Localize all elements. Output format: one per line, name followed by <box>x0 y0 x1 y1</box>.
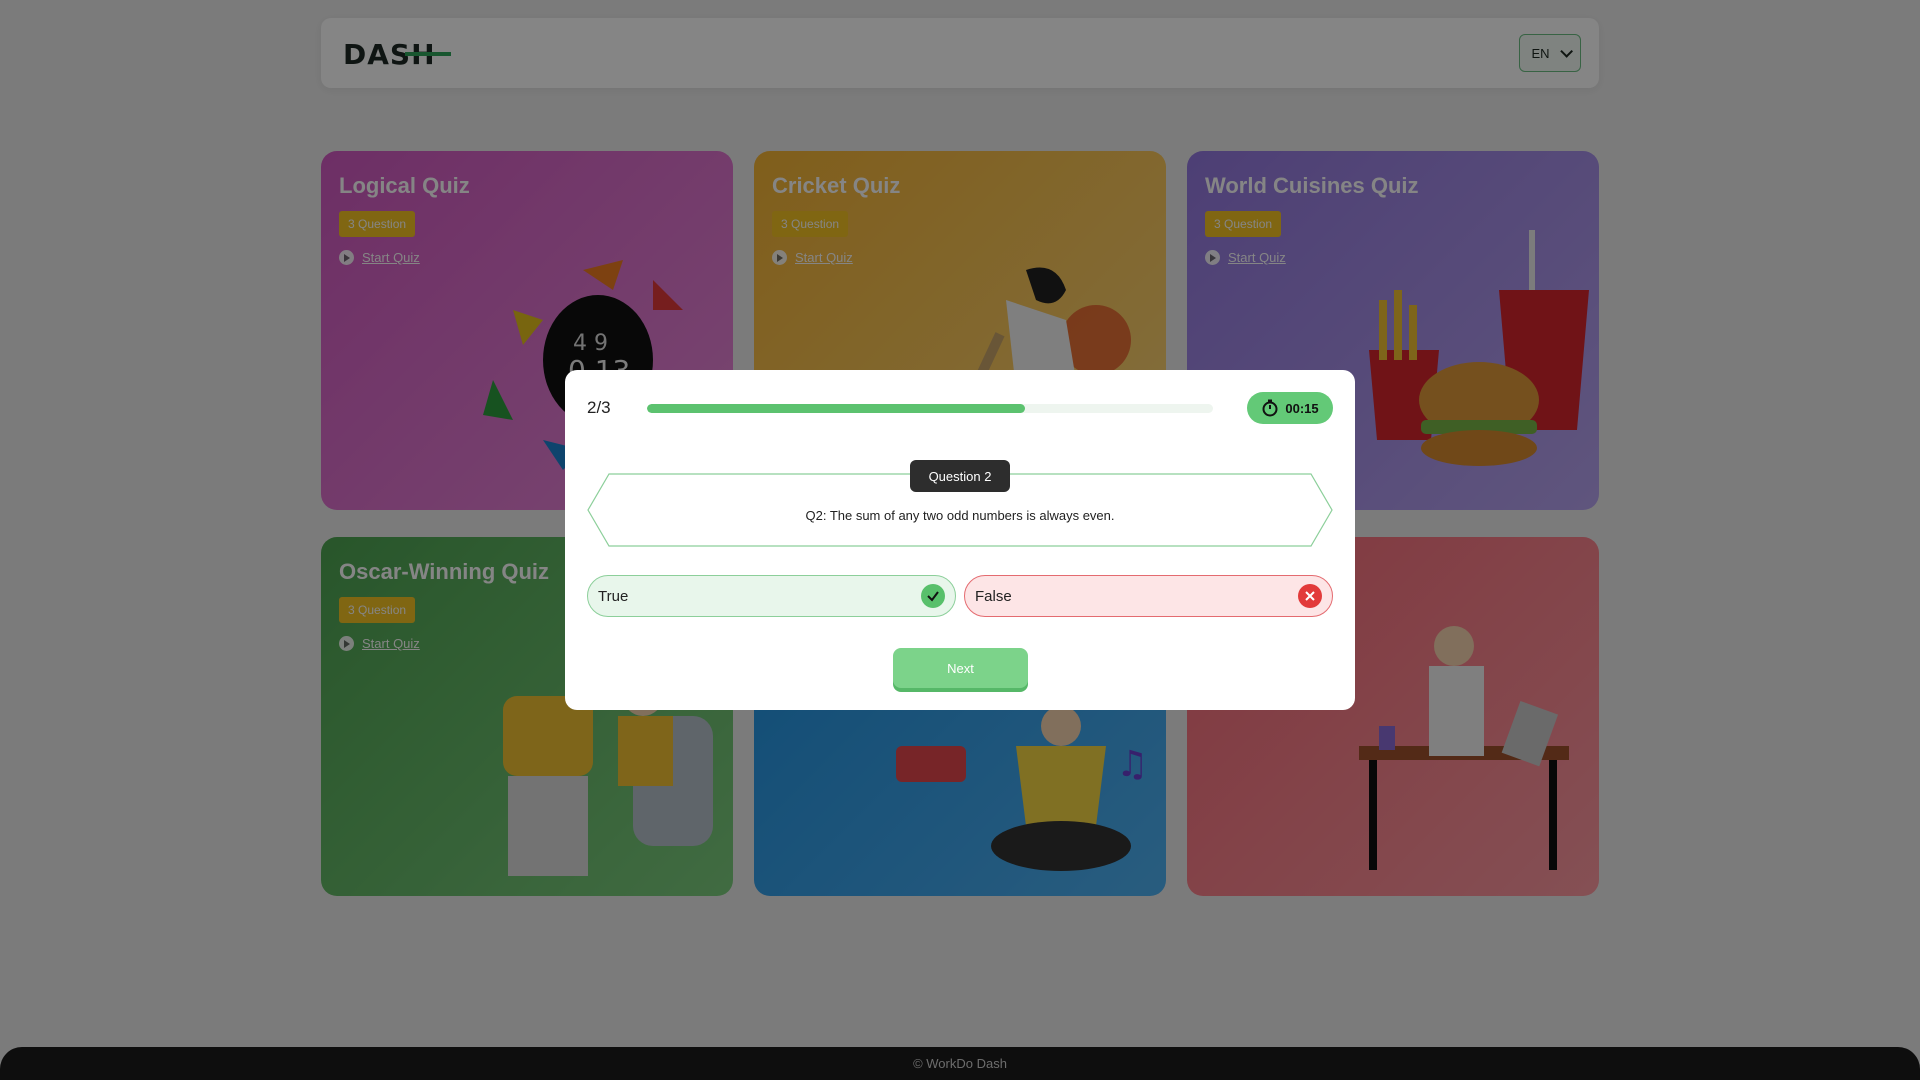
timer-value: 00:15 <box>1285 400 1319 416</box>
question-text: Q2: The sum of any two odd numbers is al… <box>805 508 1115 523</box>
question-tag: Question 2 <box>910 460 1010 492</box>
close-icon <box>1298 584 1322 608</box>
quiz-progress-bar <box>647 404 1213 413</box>
check-icon <box>921 584 945 608</box>
quiz-timer: 00:15 <box>1247 392 1333 424</box>
answer-option-label: False <box>975 587 1012 605</box>
answer-option-label: True <box>598 587 629 605</box>
stopwatch-icon <box>1262 399 1278 417</box>
next-button[interactable]: Next <box>893 648 1028 688</box>
quiz-progress-fill <box>647 404 1025 413</box>
answer-option-true[interactable]: True <box>587 575 956 617</box>
question-counter: 2/3 <box>587 398 611 417</box>
quiz-modal: 2/3 00:15 Question 2 Q2: The sum of any … <box>565 370 1355 710</box>
answer-option-false[interactable]: False <box>964 575 1333 617</box>
